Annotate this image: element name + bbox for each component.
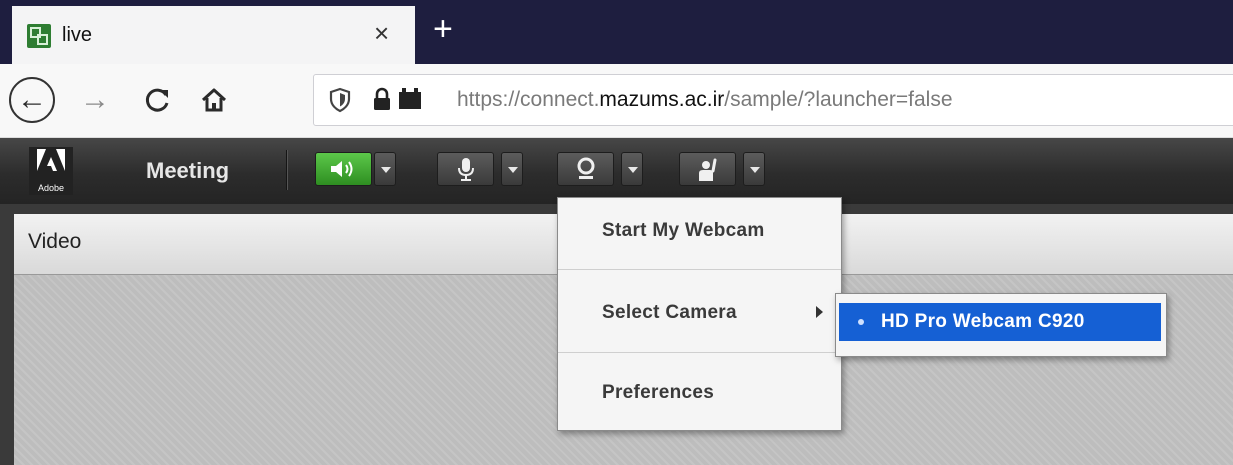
menu-item-preferences[interactable]: Preferences	[558, 360, 841, 430]
lock-icon[interactable]	[372, 87, 392, 111]
menu-item-label: Select Camera	[602, 302, 737, 323]
submenu-arrow-icon	[816, 306, 823, 318]
menu-divider	[558, 352, 841, 353]
camera-submenu: HD Pro Webcam C920	[835, 293, 1167, 357]
toolbar-divider	[286, 150, 288, 190]
url-host: mazums.ac.ir	[599, 88, 725, 111]
menu-item-label: Start My Webcam	[602, 220, 765, 241]
menu-item-label: Preferences	[602, 382, 715, 403]
selected-radio-icon	[858, 319, 864, 325]
microphone-icon	[457, 158, 474, 181]
reload-icon[interactable]	[136, 78, 180, 122]
url-text: https://connect.mazums.ac.ir/sample/?lau…	[457, 88, 953, 112]
adobe-wordmark: Adobe	[37, 183, 65, 193]
tab-title: live	[62, 24, 93, 46]
speaker-icon	[330, 161, 352, 177]
close-tab-icon[interactable]: ×	[374, 20, 389, 46]
microphone-dropdown-button[interactable]	[501, 152, 523, 186]
adobe-logo: Adobe	[29, 147, 73, 195]
webcam-menu: Start My Webcam Select Camera Preference…	[557, 197, 842, 431]
url-path: /sample/?launcher=false	[724, 88, 953, 111]
speaker-dropdown-button[interactable]	[374, 152, 396, 186]
browser-tab-strip: live × +	[0, 0, 1233, 64]
forward-icon[interactable]: →	[73, 78, 117, 122]
webcam-icon	[577, 157, 594, 179]
menu-item-start-my-webcam[interactable]: Start My Webcam	[558, 198, 841, 268]
url-prefix: https://connect.	[457, 88, 600, 111]
connect-app-bar: Adobe Meeting	[0, 138, 1233, 204]
address-bar[interactable]: https://connect.mazums.ac.ir/sample/?lau…	[313, 74, 1233, 126]
browser-nav-bar: ← → https://connect.mazums.ac.ir/sample/…	[0, 64, 1233, 138]
speaker-button[interactable]	[315, 152, 372, 186]
raise-hand-button[interactable]	[679, 152, 736, 186]
permissions-icon[interactable]	[398, 88, 422, 110]
webcam-dropdown-button[interactable]	[621, 152, 643, 186]
meeting-menu[interactable]: Meeting	[146, 158, 229, 184]
webcam-button[interactable]	[557, 152, 614, 186]
raise-hand-icon	[698, 158, 716, 181]
home-icon[interactable]	[192, 78, 236, 122]
back-icon[interactable]: ←	[9, 77, 55, 123]
pod-title: Video	[28, 230, 82, 253]
raise-hand-dropdown-button[interactable]	[743, 152, 765, 186]
tracking-shield-icon[interactable]	[329, 87, 351, 113]
camera-option-label: HD Pro Webcam C920	[881, 311, 1085, 332]
browser-tab-live[interactable]: live ×	[12, 6, 415, 64]
app-grid-icon	[27, 24, 51, 48]
adobe-a-icon	[37, 149, 65, 171]
new-tab-icon[interactable]: +	[433, 12, 453, 46]
microphone-button[interactable]	[437, 152, 494, 186]
camera-option-hd-pro-webcam[interactable]: HD Pro Webcam C920	[839, 303, 1161, 341]
menu-divider	[558, 269, 841, 270]
menu-item-select-camera[interactable]: Select Camera	[558, 280, 841, 350]
